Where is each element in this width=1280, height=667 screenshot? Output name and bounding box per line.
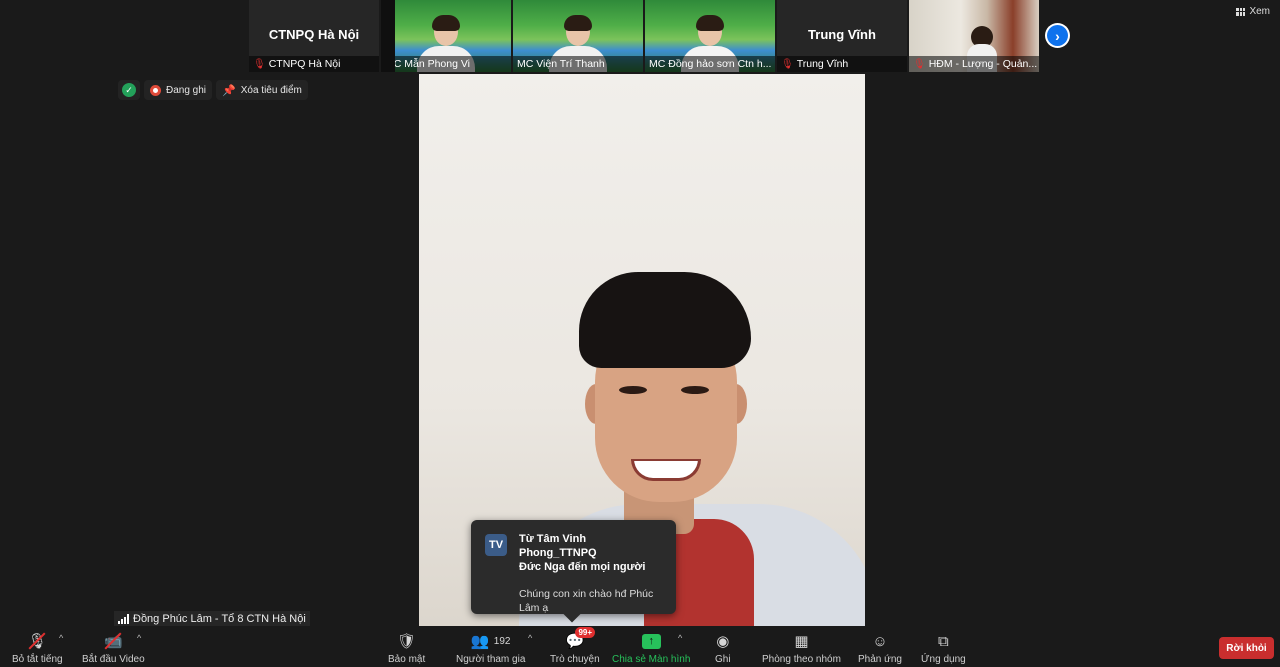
recording-badge[interactable]: Đang ghi	[144, 80, 213, 100]
participant-caption: MC Viện Trí Thanh	[513, 56, 643, 72]
active-speaker-name: Đồng Phúc Lâm - Tổ 8 CTN Hà Nội	[133, 612, 306, 625]
participants-options-caret[interactable]: ^	[528, 633, 532, 643]
participant-caption: MC Mẫn Phong Vi	[381, 56, 511, 72]
security-button[interactable]: 🛡 Bảo mật	[388, 631, 425, 665]
apps-button[interactable]: ⧉ Ứng dụng	[921, 631, 966, 666]
breakout-rooms-button[interactable]: ▦ Phòng theo nhóm	[762, 631, 841, 665]
unpin-button[interactable]: 📌 Xóa tiêu điểm	[216, 80, 308, 100]
record-icon: ◉	[716, 633, 730, 650]
breakout-rooms-label: Phòng theo nhóm	[762, 654, 841, 665]
view-button-label: Xem	[1249, 6, 1270, 17]
smiley-icon: ☺	[872, 632, 888, 650]
start-video-button[interactable]: 📹 Bắt đầu Video	[82, 631, 145, 665]
participant-tile[interactable]: MC Đồng hảo sơn Ctn h...	[645, 0, 775, 72]
chat-unread-badge: 99+	[575, 627, 596, 638]
breakout-rooms-icon: ▦	[794, 633, 809, 650]
apps-icon: ⧉	[937, 632, 949, 650]
chat-sender-avatar: TV	[485, 534, 507, 556]
participant-tile[interactable]: 🎙 HĐM - Lượng - Quản...	[909, 0, 1039, 72]
pin-icon: 📌	[222, 84, 236, 97]
chat-recipient-line: Đức Nga đến mọi người	[519, 561, 646, 573]
chat-bubble-icon: 💬 99+	[565, 627, 596, 651]
participant-name-large: CTNPQ Hà Nội	[268, 27, 360, 42]
video-off-icon: 📹	[103, 633, 123, 650]
chat-notification[interactable]: TV Từ Tâm Vinh Phong_TTNPQ Đức Nga đến m…	[471, 520, 676, 614]
participant-name: MC Đồng hảo sơn Ctn h...	[649, 58, 772, 70]
meeting-toolbar: 🎙 Bỏ tắt tiếng ^ 📹 Bắt đầu Video ^ 🛡 Bảo…	[0, 627, 1280, 667]
reactions-button[interactable]: ☺ Phản ứng	[858, 631, 902, 666]
view-button[interactable]: Xem	[1236, 6, 1270, 17]
encryption-badge[interactable]: ✓	[118, 80, 140, 100]
leave-button[interactable]: Rời khỏi	[1219, 637, 1274, 659]
participants-count: 192	[493, 635, 511, 647]
unmute-button[interactable]: 🎙 Bỏ tắt tiếng	[12, 631, 63, 665]
active-speaker-label: Đồng Phúc Lâm - Tổ 8 CTN Hà Nội	[114, 611, 310, 626]
security-label: Bảo mật	[388, 654, 426, 665]
unpin-label: Xóa tiêu điểm	[240, 84, 302, 96]
participant-name: HĐM - Lượng - Quản...	[928, 58, 1038, 70]
participant-name: MC Mẫn Phong Vi	[385, 58, 471, 70]
participant-tile[interactable]: CTNPQ Hà Nội 🎙 CTNPQ Hà Nội	[249, 0, 379, 72]
mic-off-icon: 🎙	[27, 633, 47, 650]
grid-view-icon	[1236, 7, 1246, 16]
recording-icon	[150, 84, 161, 96]
share-screen-icon: ↑	[641, 633, 661, 649]
participant-caption: MC Đồng hảo sơn Ctn h...	[645, 56, 775, 72]
participants-icon: 👥 192	[470, 633, 511, 650]
chat-button[interactable]: 💬 99+ Trò chuyện	[550, 627, 600, 665]
reactions-label: Phản ứng	[858, 654, 902, 665]
recording-label: Đang ghi	[166, 84, 207, 96]
unmute-label: Bỏ tắt tiếng	[12, 654, 63, 665]
gallery-strip: CTNPQ Hà Nội 🎙 CTNPQ Hà Nội MC Mẫn Phong…	[249, 0, 1039, 72]
shield-check-icon: ✓	[122, 83, 136, 97]
start-video-label: Bắt đầu Video	[82, 654, 145, 665]
participant-tile[interactable]: MC Mẫn Phong Vi	[381, 0, 511, 72]
participant-name: Trung Vĩnh	[796, 58, 849, 70]
participant-caption: 🎙 Trung Vĩnh	[777, 56, 907, 72]
participant-name: CTNPQ Hà Nội	[268, 58, 341, 70]
record-button[interactable]: ◉ Ghi	[715, 631, 731, 665]
participant-tile[interactable]: Trung Vĩnh 🎙 Trung Vĩnh	[777, 0, 907, 72]
video-options-caret[interactable]: ^	[137, 633, 141, 643]
gallery-next-button[interactable]: ›	[1045, 23, 1070, 48]
audio-options-caret[interactable]: ^	[59, 633, 63, 643]
participants-label: Người tham gia	[456, 654, 526, 665]
mic-muted-icon: 🎙	[781, 58, 794, 70]
shield-icon: 🛡	[397, 633, 417, 650]
participant-name-large: Trung Vĩnh	[808, 27, 876, 42]
participant-tile[interactable]: MC Viện Trí Thanh	[513, 0, 643, 72]
participant-caption: 🎙 CTNPQ Hà Nội	[249, 56, 379, 72]
mic-muted-icon: 🎙	[253, 58, 266, 70]
meeting-window: CTNPQ Hà Nội 🎙 CTNPQ Hà Nội MC Mẫn Phong…	[0, 0, 1280, 667]
share-options-caret[interactable]: ^	[678, 633, 682, 643]
record-label: Ghi	[715, 654, 731, 665]
share-screen-label: Chia sẻ Màn hình	[612, 654, 691, 665]
chevron-right-icon: ›	[1047, 25, 1068, 46]
meeting-status-row: ✓ Đang ghi 📌 Xóa tiêu điểm	[118, 80, 308, 100]
chat-label: Trò chuyện	[550, 654, 600, 665]
apps-label: Ứng dụng	[921, 654, 966, 665]
chat-sender-line: Từ Tâm Vinh Phong_TTNPQ	[519, 533, 597, 559]
mic-muted-icon: 🎙	[913, 58, 926, 70]
chat-message: Chúng con xin chào hđ Phúc Lâm ạ	[519, 588, 654, 614]
participant-name: MC Viện Trí Thanh	[517, 58, 605, 70]
participant-caption: 🎙 HĐM - Lượng - Quản...	[909, 56, 1039, 72]
signal-bars-icon	[118, 613, 129, 624]
participants-button[interactable]: 👥 192 Người tham gia	[456, 631, 525, 665]
